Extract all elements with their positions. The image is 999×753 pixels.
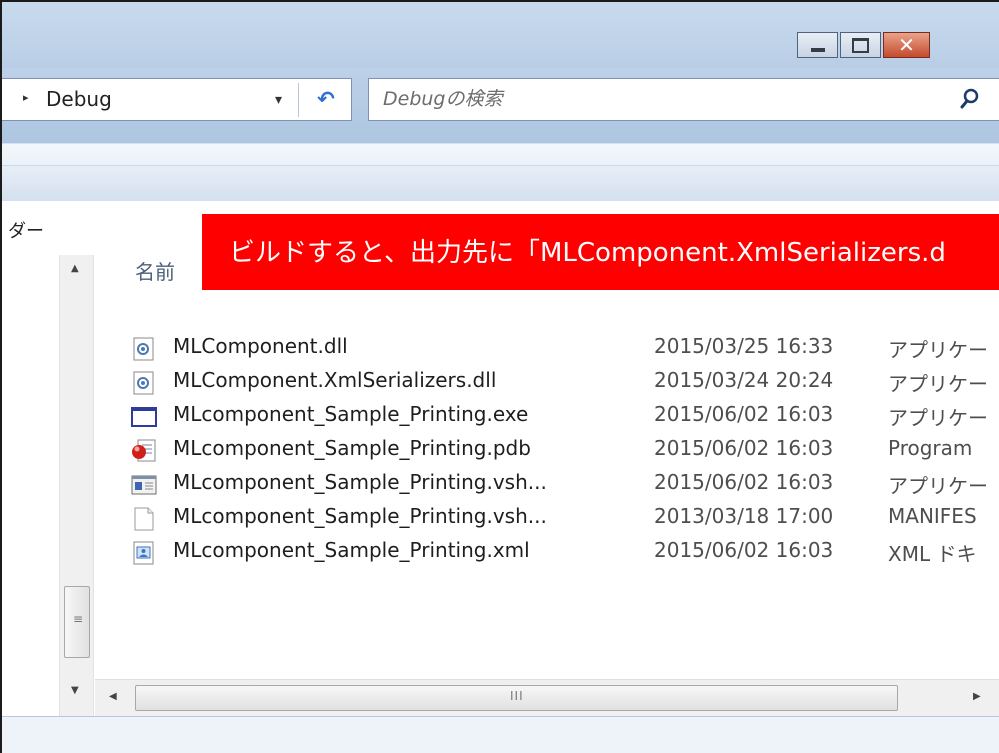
horizontal-scrollbar[interactable]: ◀ III ▶ <box>95 679 999 716</box>
file-row[interactable]: MLComponent.XmlSerializers.dll 2015/03/2… <box>95 366 999 400</box>
scroll-up-icon[interactable]: ▲ <box>71 263 79 274</box>
pdb-icon <box>132 439 156 462</box>
exe-icon <box>131 407 157 427</box>
file-name: MLcomponent_Sample_Printing.vsh... <box>173 504 547 528</box>
file-name: MLComponent.XmlSerializers.dll <box>173 368 497 392</box>
file-row[interactable]: MLcomponent_Sample_Printing.pdb 2015/06/… <box>95 434 999 468</box>
file-name: MLcomponent_Sample_Printing.vsh... <box>173 470 547 494</box>
nav-pane-label[interactable]: ダー <box>8 217 44 243</box>
breadcrumb-chevron-icon[interactable]: ▸ <box>23 91 29 104</box>
address-dropdown-icon[interactable]: ▾ <box>275 92 282 108</box>
file-type: MANIFES <box>888 504 977 528</box>
minimize-button[interactable] <box>797 32 838 58</box>
file-type: Program <box>888 436 973 460</box>
scroll-right-icon[interactable]: ▶ <box>973 691 981 702</box>
file-date: 2015/06/02 16:03 <box>654 470 834 494</box>
grip-icon: III <box>510 689 524 703</box>
file-name: MLcomponent_Sample_Printing.xml <box>173 538 530 562</box>
file-type: XML ドキ <box>888 542 977 566</box>
grip-icon: ≡ <box>73 612 84 626</box>
vertical-scrollbar[interactable]: ▲ ≡ ▼ <box>59 255 94 716</box>
toolbar-strip <box>2 165 999 201</box>
scroll-left-icon[interactable]: ◀ <box>109 691 117 702</box>
xml-icon <box>133 541 154 565</box>
status-bar <box>2 716 999 753</box>
blank-file-icon <box>134 507 154 531</box>
explorer-window: ✕ ▸ Debug ▾ ↶ ダー ▲ ≡ ▼ 名前 <box>0 0 999 753</box>
address-divider <box>298 83 299 117</box>
caption-buttons: ✕ <box>797 32 930 58</box>
navigation-row: ▸ Debug ▾ ↶ <box>2 68 999 143</box>
file-date: 2015/06/02 16:03 <box>654 538 834 562</box>
close-button[interactable]: ✕ <box>883 32 930 58</box>
file-date: 2015/03/24 20:24 <box>654 368 834 392</box>
dll-icon <box>133 337 154 361</box>
file-name: MLcomponent_Sample_Printing.exe <box>173 402 529 426</box>
maximize-button[interactable] <box>840 32 881 58</box>
annotation-banner: ビルドすると、出力先に「MLComponent.XmlSerializers.d <box>202 214 999 290</box>
file-name: MLComponent.dll <box>173 334 348 358</box>
vertical-scroll-thumb[interactable]: ≡ <box>64 586 90 658</box>
file-date: 2013/03/18 17:00 <box>654 504 834 528</box>
file-date: 2015/06/02 16:03 <box>654 436 834 460</box>
file-date: 2015/03/25 16:33 <box>654 334 834 358</box>
title-bar: ✕ <box>2 2 999 68</box>
refresh-icon[interactable]: ↶ <box>308 83 344 117</box>
search-input[interactable] <box>381 85 941 113</box>
file-row[interactable]: MLcomponent_Sample_Printing.xml 2015/06/… <box>95 536 999 570</box>
file-type: アプリケー <box>888 372 988 396</box>
file-row[interactable]: MLComponent.dll 2015/03/25 16:33 アプリケー <box>95 332 999 366</box>
navigation-pane: ダー <box>2 201 59 716</box>
file-type: アプリケー <box>888 406 988 430</box>
breadcrumb-debug[interactable]: Debug <box>46 87 112 111</box>
scroll-down-icon[interactable]: ▼ <box>71 685 79 696</box>
file-row[interactable]: MLcomponent_Sample_Printing.vsh... 2015/… <box>95 468 999 502</box>
file-type: アプリケー <box>888 474 988 498</box>
file-name: MLcomponent_Sample_Printing.pdb <box>173 436 531 460</box>
dll-icon <box>133 371 154 395</box>
file-type: アプリケー <box>888 338 988 362</box>
vshost-exe-icon <box>131 475 157 495</box>
file-row[interactable]: MLcomponent_Sample_Printing.exe 2015/06/… <box>95 400 999 434</box>
horizontal-scroll-thumb[interactable]: III <box>135 685 898 711</box>
column-header-name[interactable]: 名前 <box>135 256 175 285</box>
file-date: 2015/06/02 16:03 <box>654 402 834 426</box>
file-rows: MLComponent.dll 2015/03/25 16:33 アプリケー M… <box>95 332 999 570</box>
search-box[interactable] <box>368 78 999 121</box>
search-icon[interactable] <box>959 87 981 111</box>
file-row[interactable]: MLcomponent_Sample_Printing.vsh... 2013/… <box>95 502 999 536</box>
address-bar[interactable]: ▸ Debug ▾ ↶ <box>2 78 352 121</box>
